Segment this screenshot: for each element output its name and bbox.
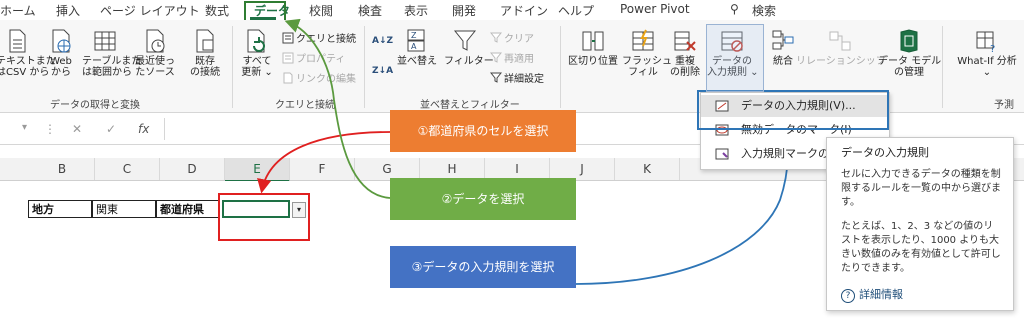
confirm-icon[interactable]: ✓ xyxy=(106,122,116,136)
sort-icon: ZA xyxy=(407,29,425,52)
column-header-b[interactable]: B xyxy=(30,158,95,180)
refresh-icon xyxy=(247,29,265,53)
svg-text:?: ? xyxy=(990,44,995,54)
reapply-button[interactable]: 再適用 xyxy=(490,52,534,66)
tab-search[interactable]: 検索 xyxy=(752,2,776,19)
column-header-j[interactable]: J xyxy=(550,158,615,180)
tab-help[interactable]: ヘルプ xyxy=(558,2,594,19)
tab-review[interactable]: 校閲 xyxy=(309,2,333,19)
relationships-icon xyxy=(829,31,851,51)
tab-formulas[interactable]: 数式 xyxy=(205,2,229,19)
cell-b-label[interactable]: 地方 xyxy=(28,200,92,218)
help-icon: ? xyxy=(841,289,855,303)
sort-descending-button[interactable]: Z↓A xyxy=(372,64,393,78)
tab-power-pivot[interactable]: Power Pivot xyxy=(620,2,690,16)
reapply-icon xyxy=(490,52,502,63)
properties-button[interactable]: プロパティ xyxy=(282,52,345,66)
tab-home[interactable]: ホーム xyxy=(0,2,36,19)
group-label-sort-filter: 並べ替えとフィルター xyxy=(420,100,520,111)
callout-step-3: ③データの入力規則を選択 xyxy=(390,246,576,288)
cell-d-label[interactable]: 都道府県 xyxy=(156,200,220,218)
text-to-columns-icon xyxy=(582,31,604,51)
tab-insert[interactable]: 挿入 xyxy=(56,2,80,19)
what-if-icon: ? xyxy=(976,31,995,54)
svg-text:A: A xyxy=(411,42,417,51)
column-header-i[interactable]: I xyxy=(485,158,550,180)
flash-fill-icon xyxy=(632,29,654,51)
selected-cell-red-highlight xyxy=(218,193,310,241)
advanced-filter-icon xyxy=(490,72,502,83)
consolidate-icon xyxy=(772,30,794,50)
from-web-button[interactable]: Web から xyxy=(40,28,82,78)
text-file-icon xyxy=(9,29,26,53)
existing-connections-button[interactable]: 既存 の接続 xyxy=(184,28,226,78)
sort-button[interactable]: ZA 並べ替え xyxy=(396,28,438,67)
sort-ascending-button[interactable]: A↓Z xyxy=(372,34,393,48)
group-separator xyxy=(232,26,233,108)
search-icon[interactable]: ⚲ xyxy=(730,2,739,16)
remove-duplicates-button[interactable]: 重複 の削除 xyxy=(664,28,706,78)
table-icon xyxy=(94,31,116,51)
what-if-analysis-button[interactable]: ? What-If 分析 ⌄ xyxy=(950,28,1024,78)
data-model-icon xyxy=(900,29,918,53)
column-header-k[interactable]: K xyxy=(615,158,680,180)
cell-c-value[interactable]: 関東 xyxy=(92,200,156,218)
recent-sources-button[interactable]: 最近使っ たソース xyxy=(134,28,176,78)
ribbon-tab-bar: ホーム 挿入 ページ レイアウト 数式 データ 校閲 検査 表示 開発 アドイン… xyxy=(0,0,1024,20)
tooltip-paragraph-2: たとえば、1、2、3 などの値のリストを表示したり、1000 よりも大きい数値の… xyxy=(841,221,1001,274)
column-header-g[interactable]: G xyxy=(355,158,420,180)
from-table-range-button[interactable]: テーブルまた は範囲から xyxy=(82,28,141,78)
svg-text:Z: Z xyxy=(411,31,417,40)
flash-fill-button[interactable]: フラッシュ フィル xyxy=(622,28,672,78)
remove-duplicates-icon xyxy=(674,31,696,51)
tab-page-layout[interactable]: ページ レイアウト xyxy=(100,2,200,19)
tab-addins[interactable]: アドイン xyxy=(500,2,548,19)
tooltip-paragraph-1: セルに入力できるデータの種類を制限するルールを一覧の中から選びます。 xyxy=(841,169,1001,208)
filter-button[interactable]: フィルター xyxy=(444,28,494,67)
column-header-f[interactable]: F xyxy=(290,158,355,180)
tab-developer[interactable]: 開発 xyxy=(452,2,476,19)
callout-step-1: ①都道府県のセルを選択 xyxy=(390,110,576,152)
column-header-d[interactable]: D xyxy=(160,158,225,180)
column-header-e[interactable]: E xyxy=(225,158,290,182)
tab-view[interactable]: 表示 xyxy=(404,2,428,19)
group-label-queries: クエリと接続 xyxy=(275,100,335,111)
group-separator xyxy=(364,26,365,108)
cancel-icon[interactable]: ✕ xyxy=(72,122,82,136)
group-separator xyxy=(942,26,943,108)
clear-circles-icon xyxy=(715,148,729,160)
callout-step-2: ②データを選択 xyxy=(390,178,576,220)
formula-bar-grip: ⋮ xyxy=(44,122,56,136)
data-validation-tooltip: データの入力規則 セルに入力できるデータの種類を制限するルールを一覧の中から選び… xyxy=(826,137,1014,311)
manage-data-model-button[interactable]: データ モデル の管理 xyxy=(878,28,941,78)
clear-filter-icon xyxy=(490,32,502,43)
relationships-button[interactable]: リレーションシップ xyxy=(796,28,886,67)
web-icon xyxy=(52,29,71,53)
name-box-dropdown[interactable]: ▾ xyxy=(22,122,27,133)
existing-connections-icon xyxy=(196,29,214,53)
data-validation-button-highlight xyxy=(706,24,764,92)
from-text-csv-button[interactable]: テキストまた はCSV から xyxy=(0,28,56,78)
advanced-filter-button[interactable]: 詳細設定 xyxy=(490,72,544,86)
column-header-c[interactable]: C xyxy=(95,158,160,180)
group-label-get-data: データの取得と変換 xyxy=(50,100,140,111)
tell-me-more-link[interactable]: ? 詳細情報 xyxy=(841,286,903,303)
properties-icon xyxy=(282,52,294,64)
refresh-all-button[interactable]: すべて 更新 ⌄ xyxy=(236,28,278,78)
tooltip-title: データの入力規則 xyxy=(841,146,929,159)
queries-connections-icon xyxy=(282,32,294,44)
edit-links-button[interactable]: リンクの編集 xyxy=(282,72,356,86)
filter-icon xyxy=(453,30,477,51)
text-to-columns-button[interactable]: 区切り位置 xyxy=(568,28,618,67)
group-label-forecast: 予測 xyxy=(994,100,1014,111)
group-separator xyxy=(560,26,561,108)
menu-highlight-box xyxy=(697,90,889,130)
edit-links-icon xyxy=(283,72,293,84)
clear-filter-button[interactable]: クリア xyxy=(490,32,534,46)
column-header-h[interactable]: H xyxy=(420,158,485,180)
tab-inspect[interactable]: 検査 xyxy=(358,2,382,19)
recent-sources-icon xyxy=(146,29,165,53)
queries-connections-button[interactable]: クエリと接続 xyxy=(282,32,356,46)
insert-function-icon[interactable]: fx xyxy=(138,122,149,136)
